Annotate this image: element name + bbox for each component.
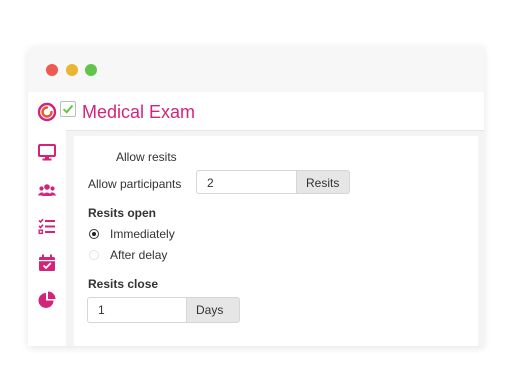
checklist-icon[interactable]	[37, 216, 57, 236]
resits-count-input[interactable]: 2	[196, 170, 297, 194]
calendar-icon[interactable]	[37, 253, 57, 273]
logo-icon[interactable]	[37, 102, 57, 122]
immediately-label: Immediately	[110, 227, 175, 241]
pie-chart-icon[interactable]	[37, 290, 57, 310]
resits-close-unit-addon: Days	[187, 297, 240, 323]
after-delay-label: After delay	[110, 248, 168, 262]
close-window-button[interactable]	[46, 64, 58, 76]
allow-resits-label: Allow resits	[116, 150, 177, 164]
resits-close-heading: Resits close	[88, 277, 159, 291]
checkmark-icon	[62, 104, 74, 114]
resits-close-input[interactable]: 1	[87, 297, 187, 323]
resits-open-heading: Resits open	[88, 206, 157, 220]
monitor-icon[interactable]	[37, 142, 57, 162]
page-title: Medical Exam	[82, 102, 196, 122]
allow-resits-checkbox[interactable]	[60, 101, 76, 117]
users-icon[interactable]	[37, 180, 57, 200]
after-delay-radio[interactable]	[89, 250, 99, 260]
minimize-window-button[interactable]	[66, 64, 78, 76]
sidebar	[28, 92, 67, 346]
page-header: Medical Exam	[66, 92, 484, 131]
immediately-radio[interactable]	[89, 229, 99, 239]
resits-unit-addon: Resits	[297, 170, 350, 194]
title-bar	[28, 46, 484, 92]
allow-participants-label: Allow participants	[88, 177, 182, 191]
maximize-window-button[interactable]	[85, 64, 97, 76]
